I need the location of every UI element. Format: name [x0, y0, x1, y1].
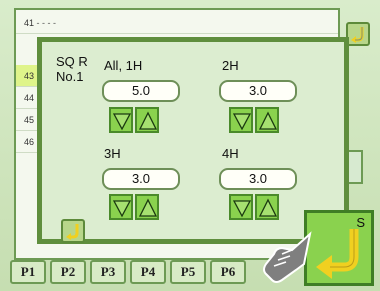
enter-arrow-icon [316, 229, 359, 279]
field-label: 3H [104, 146, 121, 161]
tab-p4[interactable]: P4 [130, 260, 166, 284]
undo-arrow-icon [66, 224, 79, 240]
field-label: All, 1H [104, 58, 143, 73]
tab-p5[interactable]: P5 [170, 260, 206, 284]
screen: 41 - - - - 43 44 45 46 P1 P2 P3 P4 P5 P6… [0, 0, 380, 291]
increment-button[interactable] [135, 107, 159, 133]
dialog-title: SQ R [56, 54, 88, 69]
triangle-up-icon [258, 111, 278, 130]
row-number: 45 [24, 115, 35, 125]
increment-button[interactable] [255, 107, 279, 133]
decrement-button[interactable] [109, 194, 133, 220]
dialog-undo-button[interactable] [61, 219, 85, 243]
list-item[interactable]: 41 - - - - [16, 12, 338, 34]
triangle-down-icon [112, 200, 132, 218]
dialog-subtitle: No.1 [56, 69, 84, 84]
tab-p6[interactable]: P6 [210, 260, 246, 284]
tab-p3[interactable]: P3 [90, 260, 126, 284]
row-number: 43 [24, 71, 35, 81]
increment-button[interactable] [255, 194, 279, 220]
triangle-down-icon [232, 113, 252, 131]
triangle-up-icon [138, 111, 158, 130]
decrement-button[interactable] [109, 107, 133, 133]
value-field[interactable]: 3.0 [102, 168, 180, 190]
decrement-button[interactable] [229, 194, 253, 220]
sq-dialog: SQ R No.1 All, 1H 5.0 2H 3.0 3H 3.0 4H 3… [37, 37, 349, 244]
triangle-up-icon [258, 198, 278, 217]
undo-arrow-icon [351, 27, 364, 43]
value-field[interactable]: 3.0 [219, 80, 297, 102]
row-number: 44 [24, 93, 35, 103]
tab-p2[interactable]: P2 [50, 260, 86, 284]
row-text: - - - - [36, 18, 57, 28]
decrement-button[interactable] [229, 107, 253, 133]
tab-p1[interactable]: P1 [10, 260, 46, 284]
triangle-down-icon [112, 113, 132, 131]
undo-button-top[interactable] [346, 22, 370, 46]
field-label: 4H [222, 146, 239, 161]
pointing-hand-icon [263, 231, 312, 283]
field-label: 2H [222, 58, 239, 73]
value-field[interactable]: 3.0 [219, 168, 297, 190]
row-number: 46 [24, 137, 35, 147]
value-field[interactable]: 5.0 [102, 80, 180, 102]
triangle-up-icon [138, 198, 158, 217]
triangle-down-icon [232, 200, 252, 218]
increment-button[interactable] [135, 194, 159, 220]
row-number: 41 [24, 18, 35, 28]
